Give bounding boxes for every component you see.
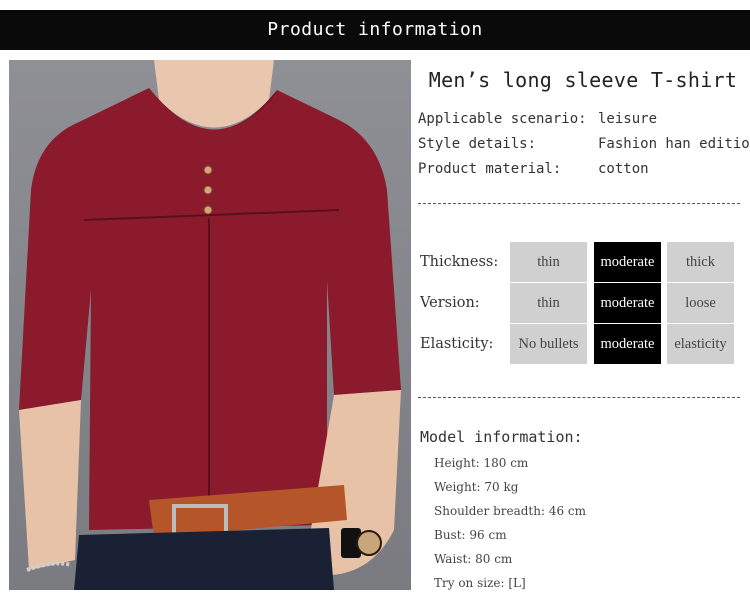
scale-option: thin [510, 283, 587, 323]
scale-option: No bullets [510, 324, 587, 364]
scale-label-version: Version: [420, 295, 480, 311]
banner-title: Product information [267, 19, 483, 40]
product-photo [9, 60, 411, 590]
shirt-illustration [19, 60, 401, 590]
scale-option-selected: moderate [594, 242, 661, 282]
model-item: Height: 180 cm [434, 456, 529, 470]
spec-key: Product material: [418, 161, 562, 177]
spec-key: Applicable scenario: [418, 111, 587, 127]
model-item: Shoulder breadth: 46 cm [434, 504, 587, 518]
scale-option-selected: moderate [594, 324, 661, 364]
divider [418, 397, 740, 398]
section-banner: Product information [0, 10, 750, 50]
spec-row-material: Product material: cotton [418, 161, 750, 181]
product-name: Men’s long sleeve T-shirt [428, 68, 738, 92]
scale-label-thickness: Thickness: [420, 254, 499, 270]
scale-option: elasticity [667, 324, 734, 364]
scale-option-selected: moderate [594, 283, 661, 323]
model-item: Waist: 80 cm [434, 552, 513, 566]
spec-row-style: Style details: Fashion han edition [418, 136, 750, 156]
spec-row-scenario: Applicable scenario: leisure [418, 111, 750, 131]
divider [418, 203, 740, 204]
scale-option: loose [667, 283, 734, 323]
model-item: Weight: 70 kg [434, 480, 519, 494]
model-heading: Model information: [420, 428, 583, 446]
scale-option: thin [510, 242, 587, 282]
scale-label-elasticity: Elasticity: [420, 336, 494, 352]
scale-option: thick [667, 242, 734, 282]
spec-value: leisure [598, 111, 658, 127]
spec-value: Fashion han edition [598, 136, 750, 152]
spec-key: Style details: [418, 136, 537, 152]
spec-value: cotton [598, 161, 649, 177]
model-item: Bust: 96 cm [434, 528, 507, 542]
model-item: Try on size: [L] [434, 576, 526, 590]
